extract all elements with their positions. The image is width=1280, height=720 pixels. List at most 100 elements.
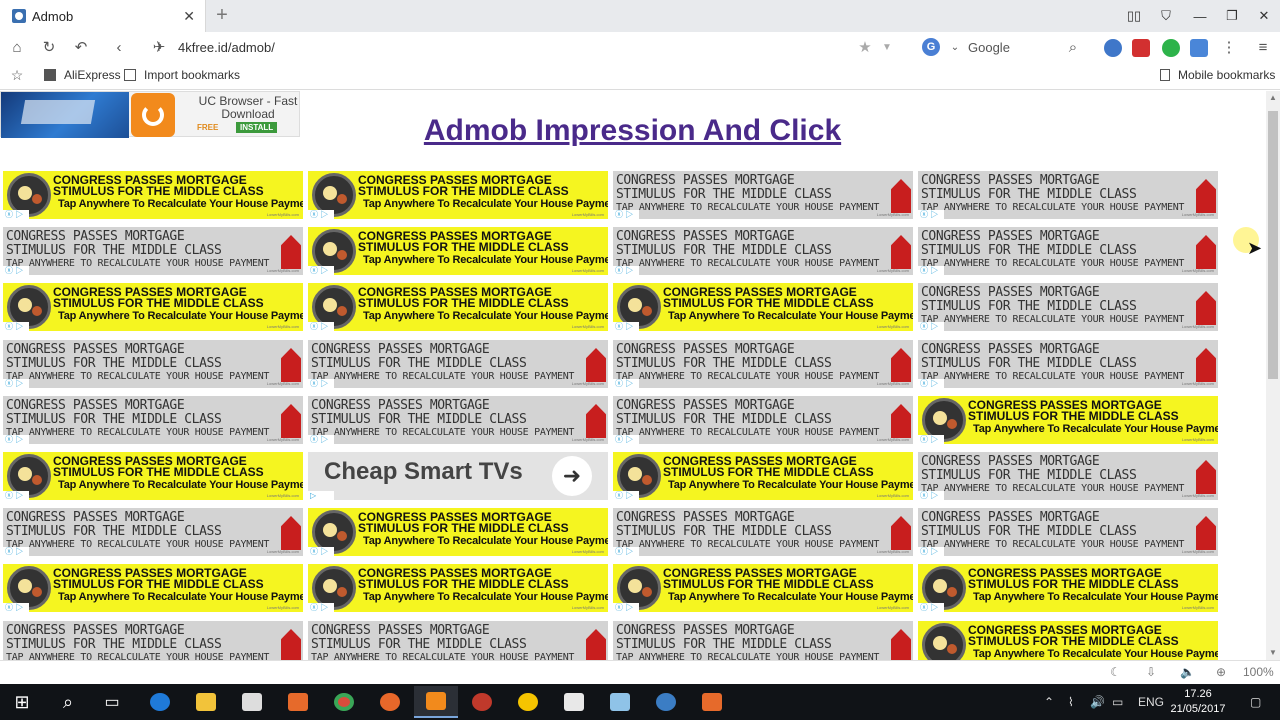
adchoices-icon[interactable]: ⓧ ▷ [613, 322, 639, 331]
maximize-button[interactable]: ❐ [1216, 0, 1248, 32]
ad-banner-mortgage[interactable]: CONGRESS PASSES MORTGAGE STIMULUS FOR THE… [3, 340, 303, 388]
ad-banner-mortgage[interactable]: CONGRESS PASSES MORTGAGE STIMULUS FOR THE… [918, 340, 1218, 388]
night-mode-icon[interactable]: ☾ [1110, 665, 1121, 679]
ad-banner-mortgage[interactable]: CONGRESS PASSES MORTGAGE STIMULUS FOR THE… [613, 340, 913, 388]
vertical-scrollbar[interactable]: ▲ ▼ [1266, 91, 1280, 660]
network-icon[interactable]: ⌇ [1068, 684, 1074, 720]
ad-banner-mortgage[interactable]: CONGRESS PASSES MORTGAGE STIMULUS FOR THE… [3, 508, 303, 556]
store-icon[interactable] [230, 686, 274, 718]
uc-ad-install-button[interactable]: INSTALL [236, 122, 278, 133]
tray-expand-icon[interactable]: ⌃ [1044, 684, 1054, 720]
adchoices-icon[interactable]: ⓧ ▷ [308, 322, 334, 331]
ad-banner-mortgage[interactable]: CONGRESS PASSES MORTGAGE STIMULUS FOR THE… [918, 508, 1218, 556]
ad-banner-mortgage[interactable]: CONGRESS PASSES MORTGAGE STIMULUS FOR THE… [308, 283, 608, 331]
more-menu-icon[interactable]: ⋮ [1220, 38, 1238, 56]
language-indicator[interactable]: ENG [1138, 684, 1164, 720]
ad-banner-smart-tv[interactable]: Cheap Smart TVs ➜ ▷ [308, 452, 608, 500]
ad-banner-mortgage[interactable]: CONGRESS PASSES MORTGAGE STIMULUS FOR THE… [3, 227, 303, 275]
mobile-bookmarks[interactable]: Mobile bookmarks [1160, 68, 1275, 82]
adchoices-icon[interactable]: ⓧ ▷ [918, 322, 944, 331]
ad-banner-mortgage[interactable]: CONGRESS PASSES MORTGAGE STIMULUS FOR THE… [613, 452, 913, 500]
ad-banner-mortgage[interactable]: CONGRESS PASSES MORTGAGE STIMULUS FOR THE… [3, 171, 303, 219]
adchoices-icon[interactable]: ⓧ ▷ [3, 210, 29, 219]
adchoices-icon[interactable]: ⓧ ▷ [613, 547, 639, 556]
download-icon[interactable]: ⇩ [1146, 665, 1156, 679]
adchoices-icon[interactable]: ⓧ ▷ [613, 603, 639, 612]
scroll-down-arrow-icon[interactable]: ▼ [1266, 646, 1280, 660]
adchoices-icon[interactable]: ⓧ ▷ [918, 603, 944, 612]
globe-extension-icon[interactable] [1104, 39, 1122, 57]
ad-banner-mortgage[interactable]: CONGRESS PASSES MORTGAGE STIMULUS FOR THE… [3, 452, 303, 500]
adchoices-icon[interactable]: ⓧ ▷ [3, 435, 29, 444]
adchoices-icon[interactable]: ⓧ ▷ [918, 210, 944, 219]
adchoices-icon[interactable]: ⓧ ▷ [308, 435, 334, 444]
adchoices-icon[interactable]: ⓧ ▷ [918, 547, 944, 556]
ad-banner-mortgage[interactable]: CONGRESS PASSES MORTGAGE STIMULUS FOR THE… [308, 508, 608, 556]
edge-icon[interactable] [138, 686, 182, 718]
check-extension-icon[interactable] [1162, 39, 1180, 57]
ad-banner-mortgage[interactable]: CONGRESS PASSES MORTGAGE STIMULUS FOR THE… [308, 340, 608, 388]
ad-banner-mortgage[interactable]: CONGRESS PASSES MORTGAGE STIMULUS FOR THE… [3, 396, 303, 444]
adchoices-icon[interactable]: ⓧ ▷ [3, 322, 29, 331]
ad-banner-mortgage[interactable]: CONGRESS PASSES MORTGAGE STIMULUS FOR THE… [308, 227, 608, 275]
adchoices-icon[interactable]: ⓧ ▷ [3, 547, 29, 556]
adchoices-icon[interactable]: ⓧ ▷ [3, 266, 29, 275]
translate-extension-icon[interactable] [1190, 39, 1208, 57]
sound-icon[interactable]: 🔈 [1180, 665, 1195, 679]
site-info-icon[interactable]: ✈ [150, 38, 168, 56]
ad-banner-mortgage[interactable]: CONGRESS PASSES MORTGAGE STIMULUS FOR THE… [3, 564, 303, 612]
app-orange-icon[interactable] [276, 686, 320, 718]
app-blue-icon[interactable] [598, 686, 642, 718]
ad-banner-mortgage[interactable]: CONGRESS PASSES MORTGAGE STIMULUS FOR THE… [918, 171, 1218, 219]
close-window-button[interactable]: ✕ [1248, 0, 1280, 32]
back-icon[interactable]: ‹ [110, 38, 128, 56]
home-icon[interactable]: ⌂ [8, 38, 26, 56]
zoom-icon[interactable]: ⊕ [1216, 665, 1226, 679]
uc-browser-ad[interactable]: UC Browser - Fast Download FREE INSTALL [0, 91, 300, 138]
ad-banner-mortgage[interactable]: CONGRESS PASSES MORTGAGE STIMULUS FOR THE… [613, 621, 913, 660]
ad-banner-mortgage[interactable]: CONGRESS PASSES MORTGAGE STIMULUS FOR THE… [613, 564, 913, 612]
address-bar[interactable]: ✈ 4kfree.id/admob/ ★ ▼ [146, 35, 902, 59]
ad-banner-mortgage[interactable]: CONGRESS PASSES MORTGAGE STIMULUS FOR THE… [613, 508, 913, 556]
adchoices-icon[interactable]: ⓧ ▷ [613, 435, 639, 444]
ad-arrow-icon[interactable]: ➜ [552, 456, 592, 496]
ad-banner-mortgage[interactable]: CONGRESS PASSES MORTGAGE STIMULUS FOR THE… [3, 283, 303, 331]
app-smiley-icon[interactable] [506, 686, 550, 718]
bookmark-import[interactable]: Import bookmarks [124, 68, 240, 82]
ad-banner-mortgage[interactable]: CONGRESS PASSES MORTGAGE STIMULUS FOR THE… [613, 227, 913, 275]
uc-browser-taskbar-icon[interactable] [414, 686, 458, 718]
volume-icon[interactable]: 🔊 [1090, 684, 1105, 720]
adchoices-icon[interactable]: ▷ [308, 491, 334, 500]
tab-admob[interactable]: Admob ✕ [0, 0, 206, 32]
adchoices-icon[interactable]: ⓧ ▷ [3, 379, 29, 388]
ad-banner-mortgage[interactable]: CONGRESS PASSES MORTGAGE STIMULUS FOR THE… [918, 227, 1218, 275]
hamburger-menu-icon[interactable]: ≡ [1254, 38, 1272, 56]
search-placeholder[interactable]: Google [968, 40, 1010, 55]
adchoices-icon[interactable]: ⓧ ▷ [308, 379, 334, 388]
app-orange2-icon[interactable] [690, 686, 734, 718]
ad-banner-mortgage[interactable]: CONGRESS PASSES MORTGAGE STIMULUS FOR THE… [308, 621, 608, 660]
ad-banner-mortgage[interactable]: CONGRESS PASSES MORTGAGE STIMULUS FOR THE… [3, 621, 303, 660]
minimize-button[interactable]: — [1184, 0, 1216, 32]
adchoices-icon[interactable]: ⓧ ▷ [3, 603, 29, 612]
zoom-level[interactable]: 100% [1243, 665, 1274, 679]
adchoices-icon[interactable]: ⓧ ▷ [308, 266, 334, 275]
ad-banner-mortgage[interactable]: CONGRESS PASSES MORTGAGE STIMULUS FOR THE… [613, 396, 913, 444]
adchoices-icon[interactable]: ⓧ ▷ [308, 210, 334, 219]
ad-banner-mortgage[interactable]: CONGRESS PASSES MORTGAGE STIMULUS FOR THE… [918, 452, 1218, 500]
ad-banner-mortgage[interactable]: CONGRESS PASSES MORTGAGE STIMULUS FOR THE… [918, 396, 1218, 444]
search-taskbar-icon[interactable]: ⌕ [46, 686, 90, 718]
adchoices-icon[interactable]: ⓧ ▷ [613, 379, 639, 388]
firefox-icon[interactable] [368, 686, 412, 718]
dropdown-arrow-icon[interactable]: ▼ [878, 38, 896, 56]
search-box[interactable]: G ⌄ Google ⌕ [918, 35, 1088, 59]
battery-icon[interactable]: ▭ [1112, 684, 1123, 720]
scrollbar-thumb[interactable] [1268, 111, 1278, 379]
adchoices-icon[interactable]: ⓧ ▷ [918, 379, 944, 388]
new-tab-button[interactable]: + [212, 5, 232, 25]
bookmark-star-icon[interactable]: ★ [856, 38, 874, 56]
adchoices-icon[interactable]: ⓧ ▷ [3, 491, 29, 500]
ad-banner-mortgage[interactable]: CONGRESS PASSES MORTGAGE STIMULUS FOR THE… [918, 564, 1218, 612]
ad-banner-mortgage[interactable]: CONGRESS PASSES MORTGAGE STIMULUS FOR THE… [918, 621, 1218, 660]
ad-banner-mortgage[interactable]: CONGRESS PASSES MORTGAGE STIMULUS FOR THE… [613, 171, 913, 219]
